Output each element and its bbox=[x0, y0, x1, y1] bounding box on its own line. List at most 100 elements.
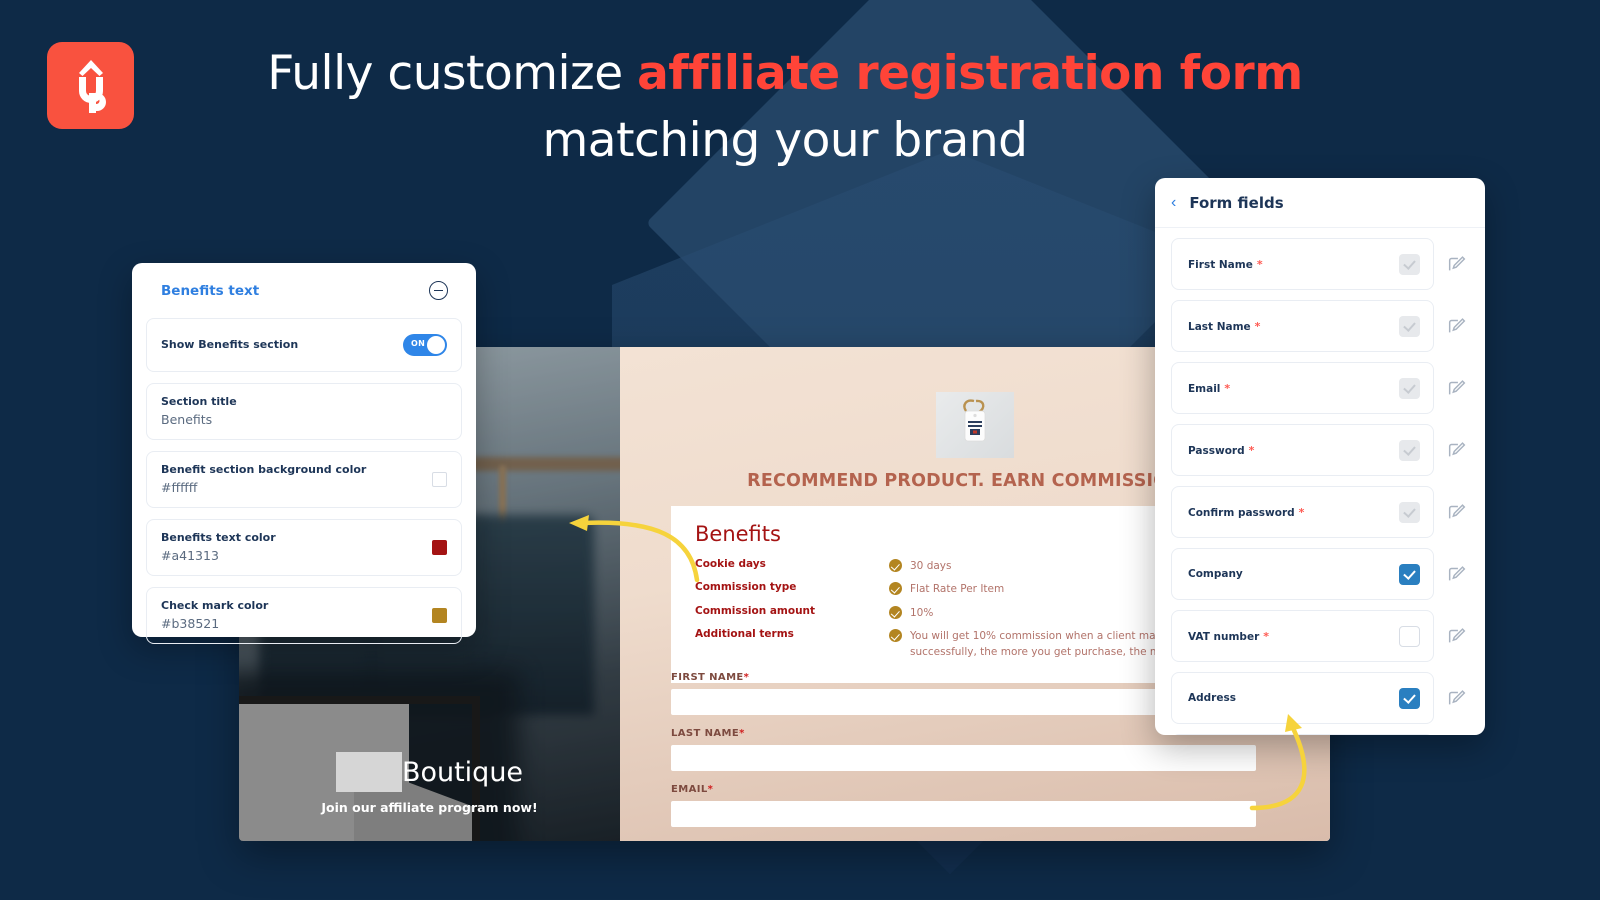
form-field-next[interactable] bbox=[1171, 734, 1434, 735]
benefits-text-color-value[interactable]: #a41313 bbox=[161, 548, 276, 563]
color-swatch-check-mark[interactable] bbox=[432, 607, 447, 623]
form-field-password[interactable]: Password * bbox=[1171, 424, 1434, 476]
benefits-text-panel: Benefits text Show Benefits section ON S… bbox=[132, 263, 476, 644]
form-field-vat-number[interactable]: VAT number * bbox=[1171, 610, 1434, 662]
show-benefits-toggle[interactable]: ON bbox=[403, 333, 447, 356]
pencil-edit-icon[interactable] bbox=[1446, 377, 1468, 399]
pencil-edit-icon[interactable] bbox=[1446, 439, 1468, 461]
form-fields-title: Form fields bbox=[1189, 194, 1284, 212]
form-field-label: VAT number * bbox=[1188, 629, 1270, 643]
hero-subtitle: Join our affiliate program now! bbox=[321, 800, 538, 815]
pencil-edit-icon[interactable] bbox=[1446, 501, 1468, 523]
logo-placeholder bbox=[335, 752, 402, 792]
check-icon bbox=[889, 559, 902, 572]
form-field-confirm-password[interactable]: Confirm password * bbox=[1171, 486, 1434, 538]
form-field-label: Last Name * bbox=[1188, 319, 1261, 333]
form-field-address[interactable]: Address bbox=[1171, 672, 1434, 724]
setting-row-benefits-text-color[interactable]: Benefits text color #a41313 bbox=[146, 519, 462, 576]
form-field-checkbox[interactable] bbox=[1399, 625, 1420, 647]
form-field-row: Email * bbox=[1171, 362, 1485, 414]
form-field-label: Confirm password * bbox=[1188, 505, 1305, 519]
check-icon bbox=[889, 582, 902, 596]
benefit-key: Cookie days bbox=[695, 558, 766, 570]
form-field-row: Last Name * bbox=[1171, 300, 1485, 352]
check-icon bbox=[889, 605, 902, 619]
benefit-key: Additional terms bbox=[695, 627, 794, 640]
check-mark-color-value[interactable]: #b38521 bbox=[161, 616, 268, 631]
hero-brand-name: Boutique bbox=[401, 756, 524, 788]
benefit-key: Commission amount bbox=[695, 604, 816, 617]
form-field-label: Company bbox=[1188, 568, 1243, 580]
form-field-row: Company bbox=[1171, 548, 1485, 600]
benefit-value-text: 10% bbox=[910, 606, 934, 619]
minus-circle-icon[interactable] bbox=[429, 281, 448, 300]
panel-title: Benefits text bbox=[161, 282, 260, 299]
form-field-first-name[interactable]: First Name * bbox=[1171, 238, 1434, 290]
form-field-row: VAT number * bbox=[1171, 610, 1485, 662]
form-fields-panel: ‹ Form fields First Name * Last Name * E… bbox=[1155, 178, 1485, 735]
hero-brand-block: Boutique Join our affiliate program now! bbox=[239, 752, 620, 815]
toggle-state-label: ON bbox=[411, 338, 426, 348]
form-fields-header: ‹ Form fields bbox=[1155, 178, 1485, 228]
pencil-edit-icon[interactable] bbox=[1446, 315, 1468, 337]
setting-label: Show Benefits section bbox=[161, 338, 299, 351]
toggle-knob bbox=[427, 335, 445, 354]
form-field-checkbox[interactable] bbox=[1399, 315, 1420, 337]
headline-part1: Fully customize bbox=[267, 46, 638, 101]
setting-label: Section title bbox=[161, 395, 237, 408]
setting-row-benefit-bg-color[interactable]: Benefit section background color #ffffff bbox=[146, 451, 462, 508]
benefit-value-text: 30 days bbox=[910, 560, 952, 572]
headline-line2: matching your brand bbox=[542, 113, 1028, 169]
color-swatch-benefits-text[interactable] bbox=[432, 539, 447, 555]
form-field-row: Password * bbox=[1171, 424, 1485, 476]
form-field-last-name[interactable]: Last Name * bbox=[1171, 300, 1434, 352]
form-field-row: Confirm password * bbox=[1171, 486, 1485, 538]
product-tag-icon bbox=[963, 399, 986, 442]
preview-email-input[interactable] bbox=[671, 801, 1256, 827]
form-field-row: Address bbox=[1171, 672, 1485, 724]
screenshot-root: Fully customize affiliate registration f… bbox=[0, 0, 1600, 900]
pencil-edit-icon[interactable] bbox=[1446, 625, 1468, 647]
form-field-label: First Name * bbox=[1188, 257, 1263, 271]
form-field-checkbox[interactable] bbox=[1399, 563, 1420, 585]
pencil-edit-icon[interactable] bbox=[1446, 563, 1468, 585]
setting-label: Benefit section background color bbox=[161, 463, 367, 476]
headline-emphasis: affiliate registration form bbox=[637, 46, 1303, 101]
benefit-bg-color-value[interactable]: #ffffff bbox=[161, 480, 366, 495]
benefit-value-text: Flat Rate Per Item bbox=[910, 583, 1005, 596]
form-field-checkbox[interactable] bbox=[1399, 501, 1420, 523]
benefit-value: 10% bbox=[889, 605, 933, 621]
setting-label: Benefits text color bbox=[161, 531, 276, 544]
form-field-label: Email * bbox=[1188, 381, 1231, 395]
form-field-checkbox[interactable] bbox=[1399, 253, 1420, 275]
brand-logo bbox=[47, 42, 134, 129]
setting-label: Check mark color bbox=[161, 599, 269, 612]
preview-last-name-input[interactable] bbox=[671, 745, 1256, 771]
product-tag-photo bbox=[936, 392, 1014, 458]
chevron-left-icon[interactable]: ‹ bbox=[1171, 195, 1176, 211]
form-field-row: First Name * bbox=[1171, 238, 1485, 290]
form-field-checkbox[interactable] bbox=[1399, 687, 1420, 709]
form-fields-list: First Name * Last Name * Email * Passwor… bbox=[1155, 228, 1485, 735]
form-field-label: Address bbox=[1188, 692, 1236, 704]
color-swatch-benefit-bg[interactable] bbox=[432, 471, 447, 487]
benefit-value: Flat Rate Per Item bbox=[889, 581, 1004, 597]
benefit-key: Commission type bbox=[695, 581, 797, 594]
up-arrow-logo-icon bbox=[78, 59, 106, 113]
form-field-row-partial bbox=[1171, 734, 1485, 735]
form-field-checkbox[interactable] bbox=[1399, 439, 1420, 461]
section-title-input[interactable]: Benefits bbox=[161, 412, 237, 427]
setting-row-check-mark-color[interactable]: Check mark color #b38521 bbox=[146, 587, 462, 644]
form-field-checkbox[interactable] bbox=[1399, 377, 1420, 399]
form-field-email[interactable]: Email * bbox=[1171, 362, 1434, 414]
form-field-label: Password * bbox=[1188, 443, 1255, 457]
pencil-edit-icon[interactable] bbox=[1446, 687, 1468, 709]
page-headline: Fully customize affiliate registration f… bbox=[180, 40, 1390, 174]
setting-row-show-benefits[interactable]: Show Benefits section ON bbox=[146, 318, 462, 372]
setting-row-section-title[interactable]: Section title Benefits bbox=[146, 383, 462, 440]
pencil-edit-icon[interactable] bbox=[1446, 253, 1468, 275]
form-field-company[interactable]: Company bbox=[1171, 548, 1434, 600]
check-icon bbox=[889, 628, 902, 642]
preview-field-label: EMAIL* bbox=[671, 784, 714, 795]
panel-header: Benefits text bbox=[146, 281, 462, 300]
